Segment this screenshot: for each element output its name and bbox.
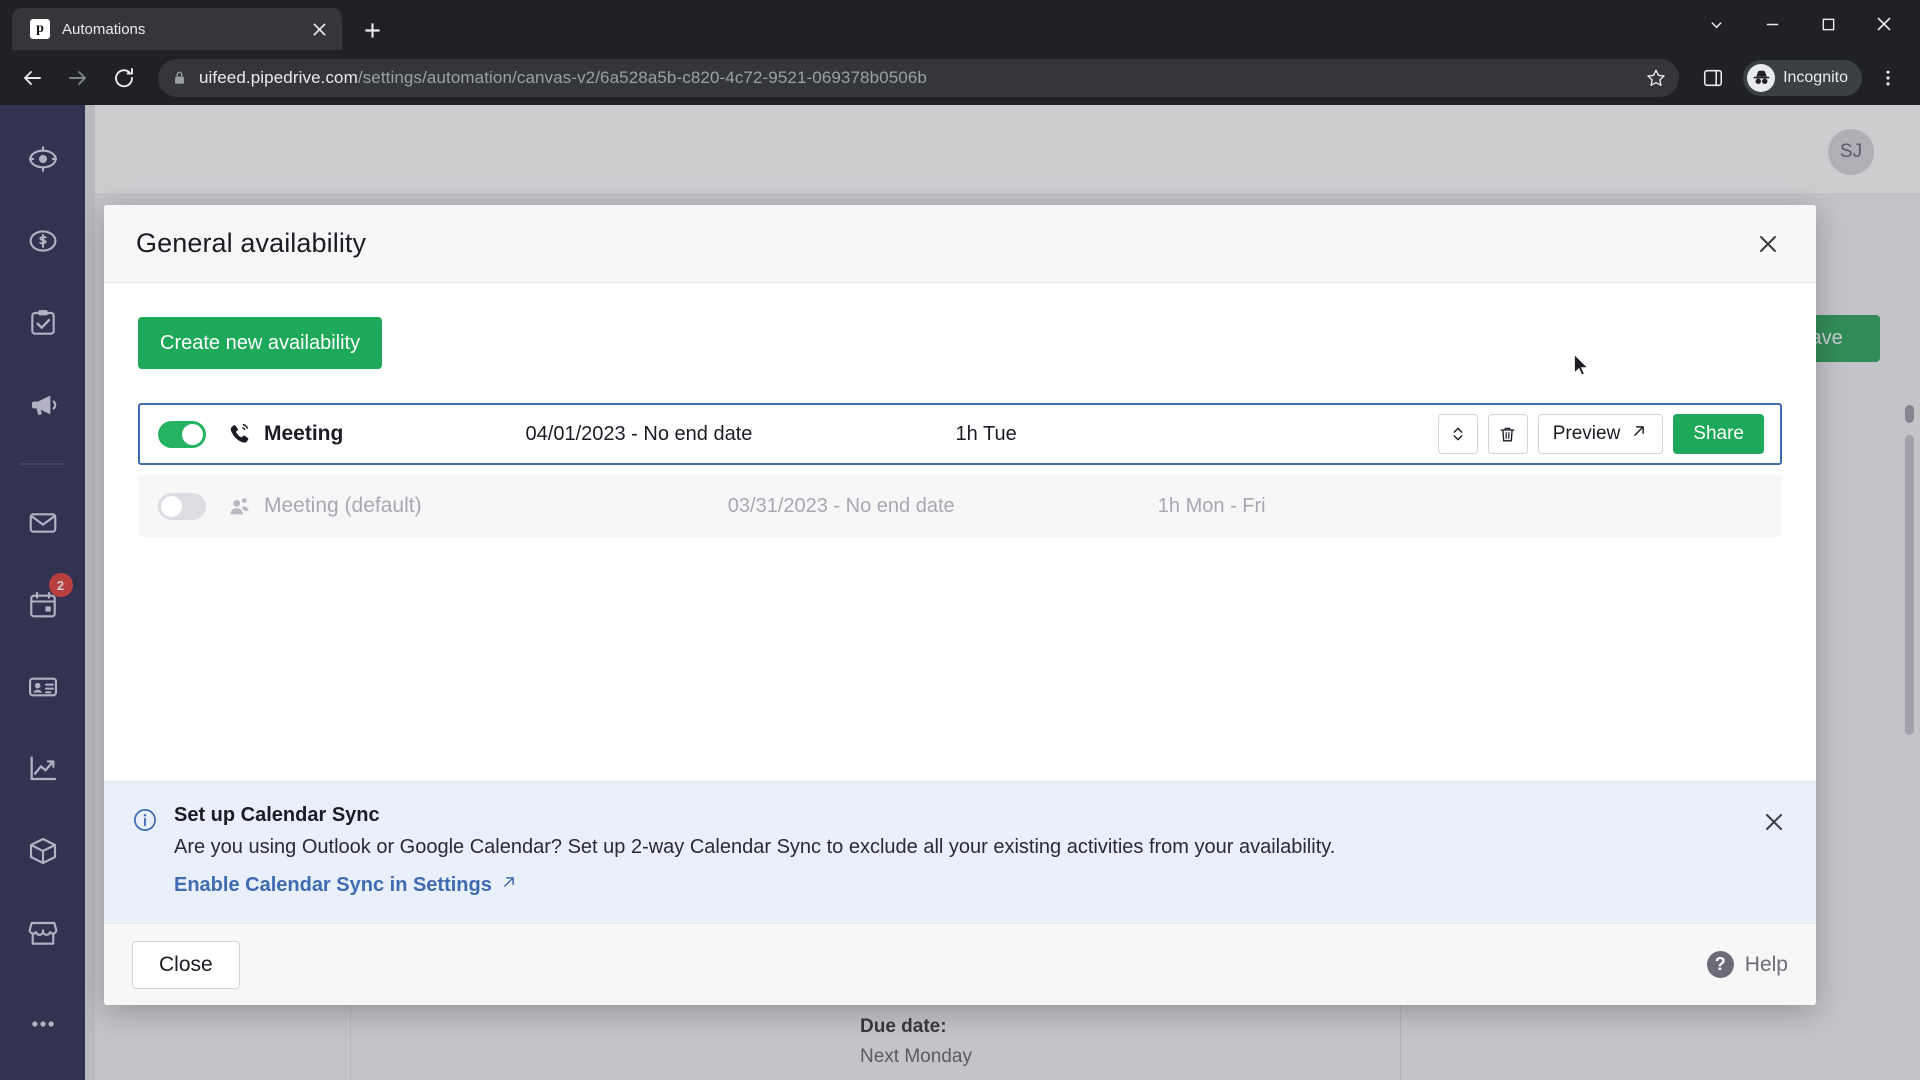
info-circle-icon [132, 807, 158, 838]
notice-close-icon[interactable] [1754, 802, 1794, 842]
general-availability-modal: General availability Create new availabi… [104, 205, 1816, 1005]
question-mark-icon: ? [1706, 951, 1734, 978]
minimize-icon[interactable] [1744, 4, 1800, 44]
pipedrive-favicon-icon: p [30, 19, 50, 39]
incognito-hat-icon [1747, 63, 1776, 92]
availability-row-actions: Preview Share [1437, 414, 1764, 454]
phone-call-icon [222, 422, 256, 447]
enable-calendar-sync-link[interactable]: Enable Calendar Sync in Settings [174, 873, 518, 897]
new-tab-button[interactable] [352, 10, 392, 50]
availability-list: Meeting 04/01/2023 - No end date 1h Tue [138, 403, 1782, 537]
side-panel-icon[interactable] [1693, 58, 1733, 98]
enable-calendar-sync-label: Enable Calendar Sync in Settings [174, 873, 492, 896]
modal-close-icon[interactable] [1748, 224, 1788, 264]
availability-name: Meeting [264, 422, 344, 445]
notice-text: Are you using Outlook or Google Calendar… [174, 836, 1336, 858]
availability-dates: 04/01/2023 - No end date [525, 422, 753, 445]
url-host: uifeed.pipedrive.com [199, 67, 358, 87]
people-group-icon [222, 494, 256, 519]
help-button[interactable]: ? Help [1706, 951, 1788, 978]
share-button[interactable]: Share [1673, 414, 1764, 454]
create-new-availability-button[interactable]: Create new availability [138, 317, 383, 369]
incognito-indicator[interactable]: Incognito [1743, 59, 1862, 96]
browser-toolbar: uifeed.pipedrive.com/settings/automation… [0, 50, 1920, 105]
modal-body: Create new availability Meeting 04/01/20… [104, 283, 1816, 781]
address-bar[interactable]: uifeed.pipedrive.com/settings/automation… [158, 58, 1680, 97]
availability-duration: 1h Tue [955, 422, 1017, 445]
tab-title: Automations [62, 20, 146, 38]
reload-icon[interactable] [104, 58, 144, 98]
tab-search-chevron-down-icon[interactable] [1688, 4, 1744, 44]
lock-icon [172, 70, 187, 86]
window-controls [1688, 4, 1912, 44]
external-link-icon [1630, 422, 1648, 446]
availability-name: Meeting (default) [264, 494, 422, 517]
preview-label: Preview [1552, 423, 1621, 444]
bookmark-star-icon[interactable] [1645, 67, 1667, 89]
availability-row-default[interactable]: Meeting (default) 03/31/2023 - No end da… [138, 475, 1782, 537]
external-link-icon [500, 873, 518, 897]
tab-close-icon[interactable] [306, 16, 332, 42]
availability-duration: 1h Mon - Fri [1157, 494, 1266, 517]
browser-window: p Automations uifeed.pipedrive.com/setti… [0, 0, 1920, 1080]
availability-toggle-off[interactable] [158, 492, 206, 520]
incognito-label: Incognito [1783, 68, 1848, 86]
modal-header: General availability [104, 205, 1816, 283]
url-path: /settings/automation/canvas-v2/6a528a5b-… [357, 67, 927, 87]
forward-arrow-icon[interactable] [58, 58, 98, 98]
notice-body: Set up Calendar Sync Are you using Outlo… [174, 804, 1788, 897]
help-label: Help [1744, 952, 1788, 976]
maximize-icon[interactable] [1800, 4, 1856, 44]
web-page: SJ Save Call Due date: Next Monday Timez… [0, 105, 1920, 1080]
page-title: General availability [136, 228, 367, 258]
availability-dates: 03/31/2023 - No end date [727, 494, 955, 517]
trash-icon[interactable] [1487, 414, 1528, 454]
modal-footer: Close ? Help [104, 923, 1816, 1005]
availability-toggle-on[interactable] [158, 420, 206, 448]
mouse-cursor [1573, 353, 1589, 376]
url-text: uifeed.pipedrive.com/settings/automation… [199, 68, 927, 88]
notice-title: Set up Calendar Sync [174, 804, 380, 826]
back-arrow-icon[interactable] [12, 58, 52, 98]
preview-button[interactable]: Preview [1537, 414, 1664, 454]
chevron-up-down-icon[interactable] [1437, 414, 1478, 454]
tab-strip: p Automations [0, 0, 1920, 50]
calendar-sync-notice: Set up Calendar Sync Are you using Outlo… [104, 781, 1816, 923]
browser-tab[interactable]: p Automations [12, 8, 342, 50]
availability-row-active[interactable]: Meeting 04/01/2023 - No end date 1h Tue [138, 403, 1782, 465]
kebab-menu-icon[interactable] [1868, 58, 1908, 98]
close-button[interactable]: Close [132, 940, 240, 989]
window-close-icon[interactable] [1856, 4, 1912, 44]
